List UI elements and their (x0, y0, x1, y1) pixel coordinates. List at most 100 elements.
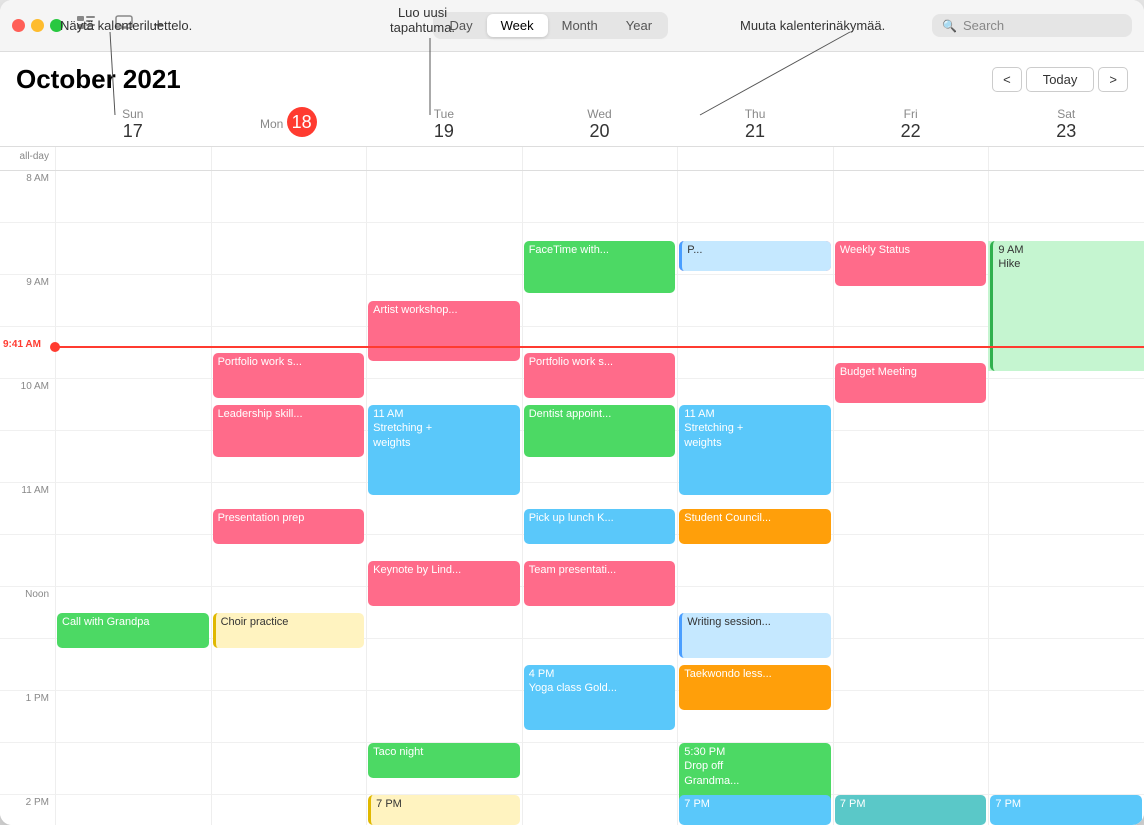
time-label-9 (0, 639, 55, 691)
cell-row1-day0[interactable] (55, 223, 211, 275)
cell-row2-day1[interactable] (211, 275, 367, 327)
event-e5[interactable]: Weekly Status (835, 241, 987, 286)
time-label-8: Noon (0, 587, 55, 639)
cell-row2-day4[interactable] (677, 275, 833, 327)
event-e22[interactable]: 4 PM Yoga class Gold... (524, 665, 676, 730)
cell-row11-day1[interactable] (211, 743, 367, 795)
event-e16[interactable]: Student Council... (679, 509, 831, 544)
tab-month[interactable]: Month (548, 14, 612, 37)
cell-row12-day0[interactable] (55, 795, 211, 825)
cell-row12-day3[interactable] (522, 795, 678, 825)
event-e23[interactable]: Taekwondo less... (679, 665, 831, 710)
tab-day[interactable]: Day (435, 14, 486, 37)
cell-row6-day5[interactable] (833, 483, 989, 535)
event-e8[interactable]: Portfolio work s... (524, 353, 676, 398)
day-header-fri: Fri 22 (833, 103, 989, 146)
calendar-header: October 2021 < Today > (0, 52, 1144, 103)
cell-row11-day5[interactable] (833, 743, 989, 795)
cell-row0-day2[interactable] (366, 171, 522, 223)
search-box: 🔍 (932, 14, 1132, 37)
event-e28[interactable]: 7 PM (835, 795, 987, 825)
time-label-2: 9 AM (0, 275, 55, 327)
cell-row6-day0[interactable] (55, 483, 211, 535)
event-e18[interactable]: Team presentati... (524, 561, 676, 606)
cell-row0-day1[interactable] (211, 171, 367, 223)
cell-row5-day0[interactable] (55, 431, 211, 483)
cell-row11-day0[interactable] (55, 743, 211, 795)
event-e21[interactable]: Writing session... (679, 613, 831, 658)
cell-row11-day6[interactable] (988, 743, 1144, 795)
cell-row11-day3[interactable] (522, 743, 678, 795)
event-e19[interactable]: Call with Grandpa (57, 613, 209, 648)
event-e20[interactable]: Choir practice (213, 613, 365, 648)
next-button[interactable]: > (1098, 67, 1128, 92)
day-headers: Sun 17 Mon 18 Tue 19 Wed 20 Thu 21 Fri 2… (0, 103, 1144, 147)
cell-row10-day1[interactable] (211, 691, 367, 743)
cell-row9-day5[interactable] (833, 639, 989, 691)
event-e15[interactable]: Pick up lunch K... (524, 509, 676, 544)
cell-row4-day6[interactable] (988, 379, 1144, 431)
traffic-lights (12, 19, 63, 32)
cell-row3-day4[interactable] (677, 327, 833, 379)
event-e10[interactable]: Leadership skill... (213, 405, 365, 457)
event-e9[interactable]: Budget Meeting (835, 363, 987, 403)
cell-row6-day6[interactable] (988, 483, 1144, 535)
cell-row0-day5[interactable] (833, 171, 989, 223)
cell-row7-day6[interactable] (988, 535, 1144, 587)
calendar-list-button[interactable] (71, 11, 101, 40)
tab-week[interactable]: Week (487, 14, 548, 37)
event-e4[interactable]: P... (679, 241, 831, 271)
event-e13[interactable]: 11 AM Stretching + weights (679, 405, 831, 495)
time-label-6: 11 AM (0, 483, 55, 535)
cell-row5-day5[interactable] (833, 431, 989, 483)
cell-row9-day6[interactable] (988, 639, 1144, 691)
cell-row2-day0[interactable] (55, 275, 211, 327)
event-e6[interactable]: 9 AM Hike (990, 241, 1142, 371)
inbox-button[interactable] (109, 11, 139, 40)
cell-row0-day4[interactable] (677, 171, 833, 223)
allday-tue (366, 147, 522, 170)
search-icon: 🔍 (942, 19, 957, 33)
minimize-button[interactable] (31, 19, 44, 32)
cell-row4-day0[interactable] (55, 379, 211, 431)
cell-row10-day6[interactable] (988, 691, 1144, 743)
time-label-0: 8 AM (0, 171, 55, 223)
cell-row0-day3[interactable] (522, 171, 678, 223)
event-e1[interactable]: Artist workshop... (368, 301, 520, 361)
today-button[interactable]: Today (1026, 67, 1095, 92)
event-e27[interactable]: 7 PM (679, 795, 831, 825)
close-button[interactable] (12, 19, 25, 32)
cell-row10-day0[interactable] (55, 691, 211, 743)
cell-row5-day6[interactable] (988, 431, 1144, 483)
event-e17[interactable]: Keynote by Lind... (368, 561, 520, 606)
event-e24[interactable]: Taco night (368, 743, 520, 778)
prev-button[interactable]: < (992, 67, 1022, 92)
time-label-1 (0, 223, 55, 275)
cell-row7-day0[interactable] (55, 535, 211, 587)
time-label-4: 10 AM (0, 379, 55, 431)
event-e14[interactable]: Presentation prep (213, 509, 365, 544)
event-e26[interactable]: 7 PM (368, 795, 520, 825)
tab-year[interactable]: Year (612, 14, 666, 37)
event-e12[interactable]: Dentist appoint... (524, 405, 676, 457)
cell-row7-day5[interactable] (833, 535, 989, 587)
cell-row0-day0[interactable] (55, 171, 211, 223)
cell-row9-day2[interactable] (366, 639, 522, 691)
cell-row10-day5[interactable] (833, 691, 989, 743)
event-e7[interactable]: Portfolio work s... (213, 353, 365, 398)
search-input[interactable] (963, 18, 1122, 33)
allday-wed (522, 147, 678, 170)
cell-row8-day5[interactable] (833, 587, 989, 639)
maximize-button[interactable] (50, 19, 63, 32)
cell-row1-day1[interactable] (211, 223, 367, 275)
cell-row8-day6[interactable] (988, 587, 1144, 639)
cell-row1-day2[interactable] (366, 223, 522, 275)
cell-row3-day0[interactable] (55, 327, 211, 379)
event-e29[interactable]: 7 PM (990, 795, 1142, 825)
event-e2[interactable]: FaceTime with... (524, 241, 676, 293)
add-event-button[interactable]: + (147, 11, 170, 40)
cell-row10-day2[interactable] (366, 691, 522, 743)
cell-row12-day1[interactable] (211, 795, 367, 825)
cell-row0-day6[interactable] (988, 171, 1144, 223)
event-e11[interactable]: 11 AM Stretching + weights (368, 405, 520, 495)
